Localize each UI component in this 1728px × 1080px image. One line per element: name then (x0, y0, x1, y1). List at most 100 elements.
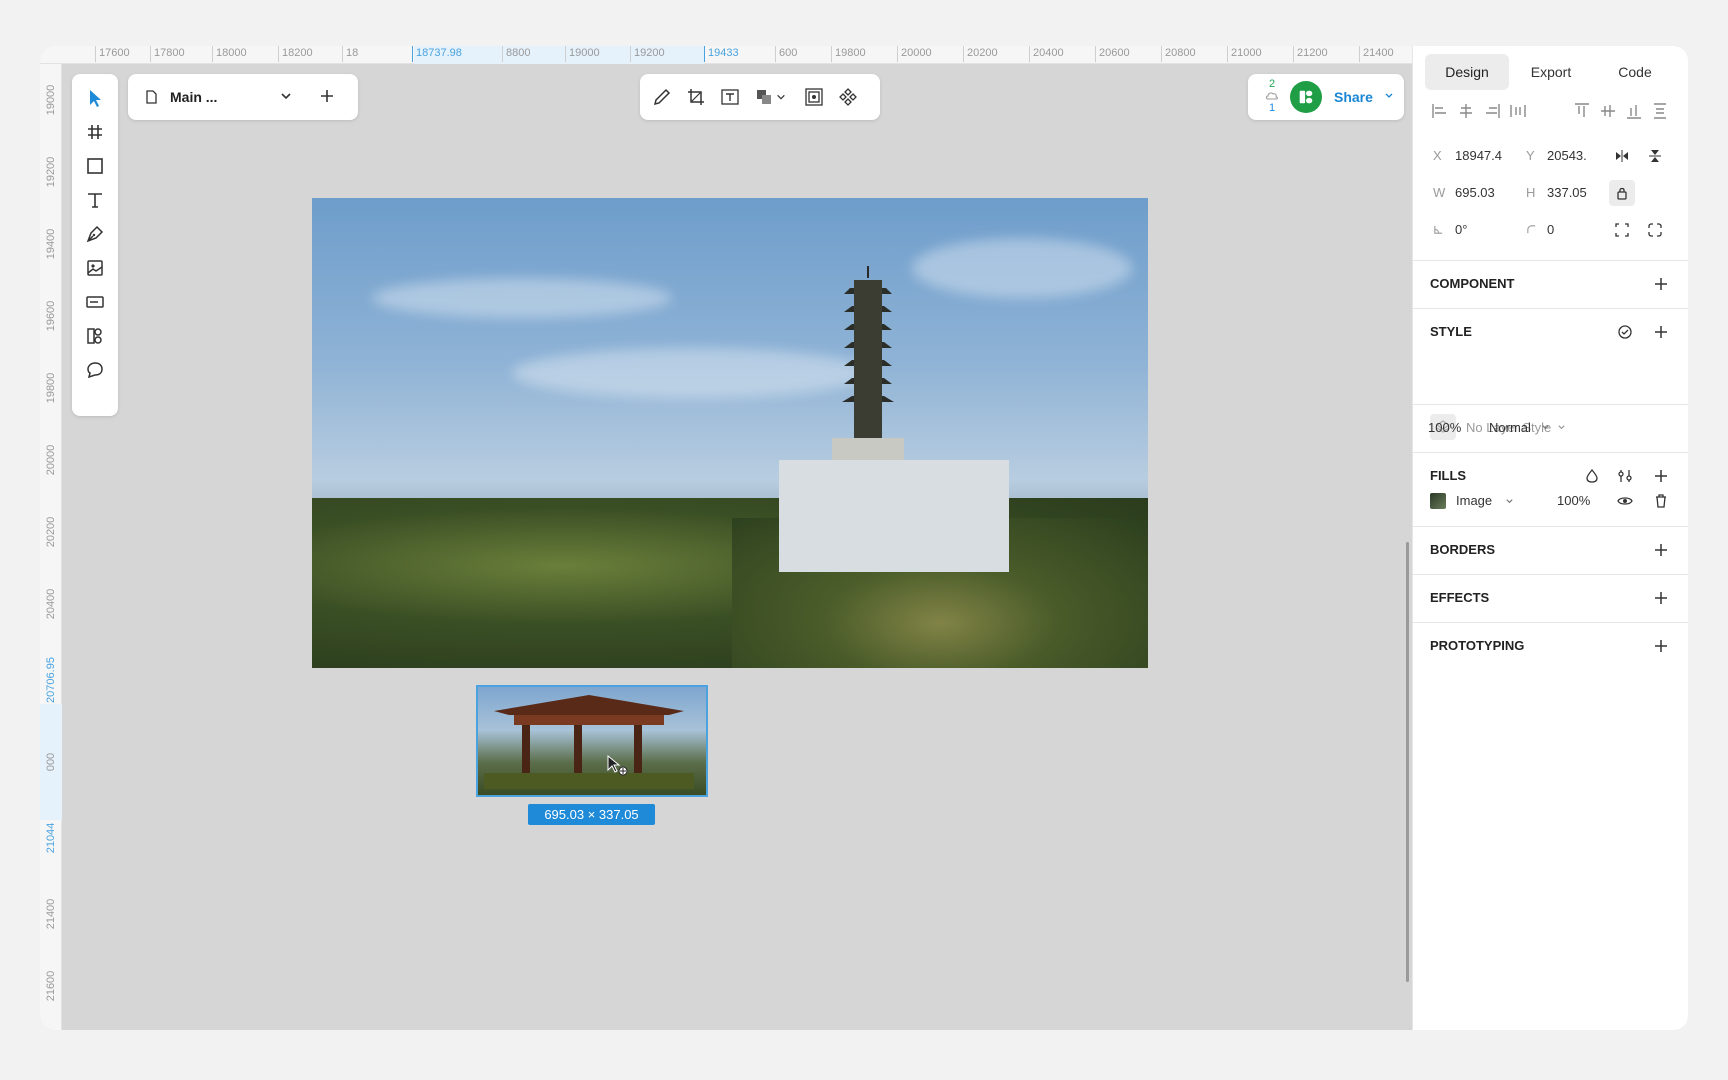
pagoda-shape (832, 266, 904, 466)
align-top-icon[interactable] (1573, 102, 1591, 120)
align-right-icon[interactable] (1483, 102, 1501, 120)
chevron-down-icon (777, 94, 785, 100)
pavilion-shape (484, 695, 694, 789)
fill-type-select[interactable]: Image (1456, 493, 1492, 508)
effects-title: EFFECTS (1430, 590, 1490, 605)
ruler-tick: 19000 (565, 46, 600, 62)
eye-icon[interactable] (1617, 493, 1633, 509)
page-selector[interactable]: Main ... (128, 74, 358, 120)
constrain-proportions-button[interactable] (1609, 180, 1635, 206)
adjust-icon[interactable] (1617, 468, 1633, 484)
corner-radius-icon (1527, 225, 1536, 234)
placeholder-rectangle[interactable] (779, 460, 1009, 572)
share-area: 2 1 Share (1248, 74, 1404, 120)
photo-cloud (912, 238, 1132, 298)
ruler-top: 17600 17800 18000 18200 18 18737.98 8800… (40, 46, 1412, 64)
add-prototype-icon[interactable] (1653, 638, 1669, 654)
tab-design[interactable]: Design (1425, 54, 1509, 90)
add-style-icon[interactable] (1653, 324, 1669, 340)
canvas-scrollbar[interactable] (1406, 542, 1409, 982)
text-tool-button[interactable] (79, 184, 111, 216)
move-cursor-icon (607, 754, 628, 776)
add-effect-icon[interactable] (1653, 590, 1669, 606)
independent-corners-icon[interactable] (1614, 222, 1630, 238)
ruler-tick: 19800 (831, 46, 866, 62)
align-bottom-icon[interactable] (1625, 102, 1643, 120)
component-section: COMPONENT (1413, 260, 1688, 308)
ruler-tick: 18 (342, 46, 358, 62)
ruler-tick: 18000 (212, 46, 247, 62)
rectangle-tool-button[interactable] (79, 150, 111, 182)
text-frame-button[interactable] (718, 85, 742, 109)
pen-tool-button[interactable] (79, 218, 111, 250)
add-fill-icon[interactable] (1653, 468, 1669, 484)
tab-code[interactable]: Code (1593, 54, 1677, 90)
drop-icon[interactable] (1584, 468, 1600, 484)
distribute-horizontal-icon[interactable] (1509, 102, 1527, 120)
mask-button[interactable] (802, 85, 826, 109)
component-icon (87, 328, 102, 344)
edit-button[interactable] (650, 85, 674, 109)
photo-cloud (372, 278, 672, 318)
photo-cloud (512, 348, 872, 398)
trash-icon[interactable] (1653, 493, 1669, 509)
corner-radius-field[interactable]: 0 (1547, 222, 1554, 237)
flip-vertical-icon[interactable] (1647, 148, 1663, 164)
sync-down-count: 1 (1268, 102, 1276, 114)
pen-icon (86, 225, 104, 243)
crop-button[interactable] (684, 85, 708, 109)
logo-icon (1299, 90, 1313, 104)
input-tool-button[interactable] (79, 286, 111, 318)
ruler-tick: 20200 (963, 46, 998, 62)
height-field[interactable]: 337.05 (1547, 185, 1587, 200)
avatar[interactable] (1290, 81, 1322, 113)
fill-image-swatch[interactable] (1430, 493, 1446, 509)
borders-section: BORDERS (1413, 526, 1688, 574)
y-field[interactable]: 20543. (1547, 148, 1587, 163)
frame-tool-button[interactable] (79, 116, 111, 148)
ruler-tick: 21200 (1293, 46, 1328, 62)
align-left-icon[interactable] (1431, 102, 1449, 120)
move-tool-button[interactable] (79, 82, 111, 114)
add-component-icon[interactable] (1653, 276, 1669, 292)
rotation-field[interactable]: 0° (1455, 222, 1467, 237)
align-center-horizontal-icon[interactable] (1457, 102, 1475, 120)
canvas-image-pagoda[interactable] (312, 198, 1148, 668)
x-label: X (1433, 148, 1442, 163)
dimension-badge: 695.03 × 337.05 (528, 804, 655, 825)
width-field[interactable]: 695.03 (1455, 185, 1495, 200)
image-tool-button[interactable] (79, 252, 111, 284)
create-component-button[interactable] (836, 85, 860, 109)
page-name: Main ... (170, 89, 218, 105)
boolean-dropdown[interactable] (774, 85, 788, 109)
add-border-icon[interactable] (1653, 542, 1669, 558)
check-circle-icon[interactable] (1617, 324, 1633, 340)
distribute-vertical-icon[interactable] (1651, 102, 1669, 120)
ruler-tick: 8800 (502, 46, 530, 62)
component-tool-button[interactable] (79, 320, 111, 352)
blend-mode-select[interactable]: Normal (1489, 420, 1531, 435)
chevron-down-icon[interactable] (278, 88, 294, 104)
image-icon (87, 260, 103, 276)
boolean-button[interactable] (752, 85, 776, 109)
tab-export[interactable]: Export (1509, 54, 1593, 90)
rotation-icon (1434, 225, 1443, 234)
chevron-down-icon[interactable] (1384, 91, 1394, 101)
align-middle-icon[interactable] (1599, 102, 1617, 120)
x-field[interactable]: 18947.4 (1455, 148, 1502, 163)
add-page-icon[interactable] (318, 87, 336, 105)
ruler-tick: 21400 (45, 898, 57, 930)
share-button[interactable]: Share (1334, 89, 1373, 105)
chevron-down-icon[interactable] (1541, 423, 1550, 432)
opacity-field[interactable]: 100% (1428, 420, 1461, 435)
comment-tool-button[interactable] (79, 354, 111, 386)
inspector-tabs: Design Export Code (1425, 54, 1677, 90)
boolean-icon (757, 90, 771, 104)
flip-horizontal-icon[interactable] (1614, 148, 1630, 164)
fill-opacity-field[interactable]: 100% (1557, 493, 1590, 508)
pointer-icon (90, 90, 101, 107)
selected-image-pavilion[interactable] (476, 685, 708, 797)
crop-icon (688, 89, 704, 105)
chevron-down-icon[interactable] (1505, 497, 1514, 506)
expand-corners-icon[interactable] (1647, 222, 1663, 238)
